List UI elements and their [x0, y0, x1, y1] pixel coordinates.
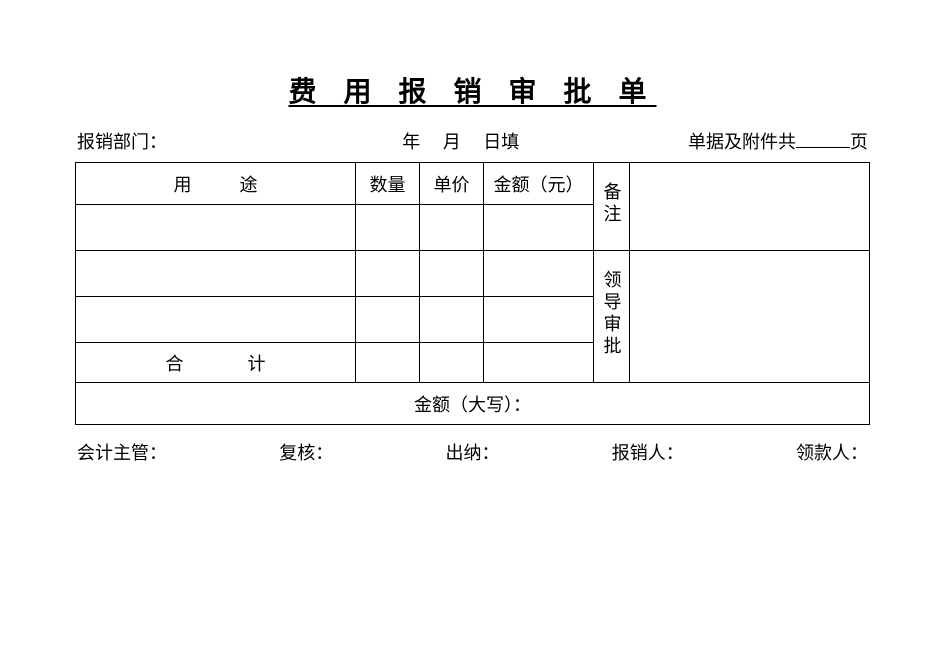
attachment-label: 单据及附件共 页 [688, 128, 868, 154]
remark-side-label: 备注 [594, 163, 630, 251]
price-cell [420, 205, 484, 251]
cashier-label: 出纳： [446, 439, 500, 465]
amount-cell [484, 251, 594, 297]
total-amount [484, 343, 594, 383]
payee-label: 领款人： [796, 439, 868, 465]
total-label: 合计 [76, 343, 356, 383]
header-row: 报销部门： 年 月 日填 单据及附件共 页 [75, 128, 870, 154]
reviewer-label: 复核： [279, 439, 333, 465]
use-cell [76, 251, 356, 297]
price-cell [420, 297, 484, 343]
amount-upper-label: 金额（大写）： [76, 383, 870, 425]
qty-cell [356, 297, 420, 343]
table-row: 领导审批 [76, 251, 870, 297]
accounting-manager-label: 会计主管： [77, 439, 167, 465]
table-header-row: 用途 数量 单价 金额（元） 备注 [76, 163, 870, 205]
price-cell [420, 251, 484, 297]
date-label: 年 月 日填 [402, 128, 519, 154]
day-fill-label: 日填 [483, 132, 519, 152]
col-qty-header: 数量 [356, 163, 420, 205]
amount-cell [484, 297, 594, 343]
amount-cell [484, 205, 594, 251]
expense-approval-form: 费 用 报 销 审 批 单 报销部门： 年 月 日填 单据及附件共 页 用途 数量… [0, 0, 945, 465]
expense-table: 用途 数量 单价 金额（元） 备注 领导审批 合计 [75, 162, 870, 425]
attach-prefix: 单据及附件共 [688, 132, 796, 152]
year-label: 年 [402, 132, 420, 152]
month-label: 月 [443, 132, 461, 152]
approval-field [630, 251, 870, 383]
use-cell [76, 205, 356, 251]
footer-row: 会计主管： 复核： 出纳： 报销人： 领款人： [75, 439, 870, 465]
amount-upper-row: 金额（大写）： [76, 383, 870, 425]
qty-cell [356, 251, 420, 297]
remark-field [630, 163, 870, 251]
form-title: 费 用 报 销 审 批 单 [75, 70, 870, 110]
col-use-header: 用途 [76, 163, 356, 205]
total-price [420, 343, 484, 383]
qty-cell [356, 205, 420, 251]
approval-side-label: 领导审批 [594, 251, 630, 383]
col-price-header: 单价 [420, 163, 484, 205]
attach-suffix: 页 [850, 132, 868, 152]
col-amount-header: 金额（元） [484, 163, 594, 205]
claimant-label: 报销人： [612, 439, 684, 465]
total-qty [356, 343, 420, 383]
attach-blank [796, 130, 850, 148]
dept-label: 报销部门： [77, 128, 167, 154]
use-cell [76, 297, 356, 343]
